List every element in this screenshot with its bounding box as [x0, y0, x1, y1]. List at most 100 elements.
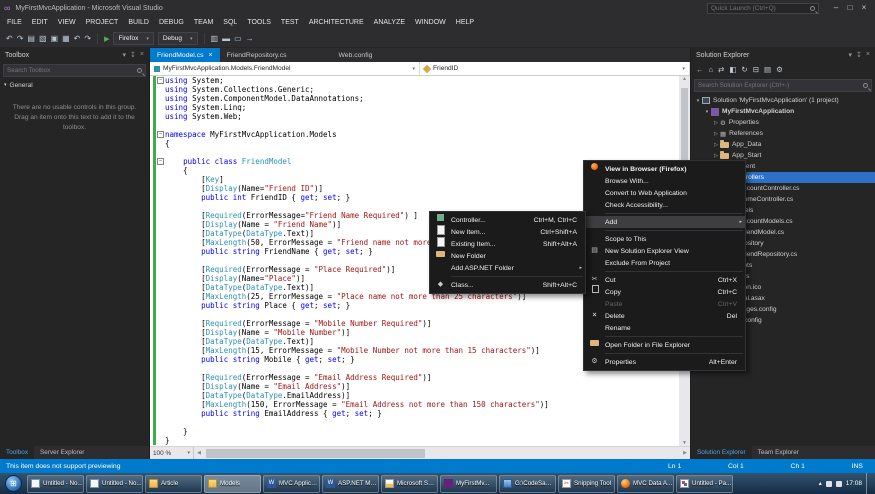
scroll-up-icon[interactable]: ▲ — [679, 76, 690, 82]
menu-item-add-asp-net-folder[interactable]: Add ASP.NET Folder▸ — [430, 262, 585, 274]
save-icon[interactable]: ▣ — [49, 30, 61, 48]
menu-project[interactable]: PROJECT — [81, 16, 124, 30]
menu-view[interactable]: VIEW — [53, 16, 81, 30]
pin-icon[interactable]: ↧ — [856, 51, 862, 59]
close-icon[interactable]: × — [866, 51, 870, 59]
back-icon[interactable]: ← — [696, 65, 704, 74]
pending-changes-filter-icon[interactable]: ◧ — [729, 65, 736, 74]
document-tab-friendrepository-cs[interactable]: FriendRepository.cs — [220, 48, 294, 62]
expand-icon[interactable]: ▷ — [712, 142, 720, 148]
tree-item-solution-myfirstmvcapplication-1-project[interactable]: ▾Solution 'MyFirstMvcApplication' (1 pro… — [691, 95, 875, 106]
toolbox-header[interactable]: Toolbox ▾↧× — [0, 48, 149, 62]
tree-item-app-data[interactable]: ▷App_Data — [691, 139, 875, 150]
menu-item-add[interactable]: Add▸ — [584, 216, 745, 228]
menu-debug[interactable]: DEBUG — [154, 16, 189, 30]
close-icon[interactable]: × — [857, 0, 871, 16]
document-tab-web-config[interactable]: Web.config — [332, 48, 380, 62]
dock-tab-solution-explorer[interactable]: Solution Explorer — [691, 446, 752, 459]
close-icon[interactable]: × — [140, 51, 144, 59]
taskbar-button-g-codesam[interactable]: G:\CodeSam... — [499, 475, 556, 493]
menu-architecture[interactable]: ARCHITECTURE — [304, 16, 369, 30]
menu-tools[interactable]: TOOLS — [242, 16, 276, 30]
new-file-icon[interactable]: ▤ — [25, 30, 37, 48]
home-icon[interactable]: ⌂ — [709, 65, 714, 74]
scroll-right-icon[interactable]: ▶ — [680, 450, 690, 456]
line-indent-icon[interactable]: → — [244, 30, 256, 48]
window-position-icon[interactable]: ▾ — [849, 51, 853, 59]
document-tab-friendmodel-cs[interactable]: FriendModel.cs× — [150, 48, 220, 62]
menu-test[interactable]: TEST — [276, 16, 304, 30]
collapse-toggle-icon[interactable]: – — [157, 158, 164, 165]
toolbox-group-general[interactable]: ▾ General — [0, 79, 149, 91]
undo-icon[interactable]: ↶ — [72, 30, 83, 48]
maximize-icon[interactable]: □ — [843, 0, 857, 16]
comment-icon[interactable]: ▬ — [220, 30, 232, 48]
menu-window[interactable]: WINDOW — [410, 16, 451, 30]
collapse-icon[interactable]: ▾ — [703, 109, 711, 115]
quick-launch-box[interactable] — [707, 3, 819, 14]
menu-item-existing-item[interactable]: Existing Item...Shift+Alt+A — [430, 238, 585, 250]
taskbar-button-models[interactable]: Models — [204, 475, 261, 493]
switch-views-icon[interactable]: ⇄ — [718, 65, 724, 74]
dock-tab-team-explorer[interactable]: Team Explorer — [752, 446, 805, 459]
find-in-files-icon[interactable]: ▥ — [209, 30, 221, 48]
properties-icon[interactable]: ⚙ — [776, 65, 783, 74]
taskbar-button-mvc-applica[interactable]: MVC Applica... — [263, 475, 320, 493]
start-debug-icon[interactable]: ▶ — [102, 35, 111, 43]
solution-configuration-dropdown[interactable]: Debug ▾ — [158, 32, 198, 45]
start-button[interactable]: ⊞ — [5, 475, 22, 492]
solution-explorer-header[interactable]: Solution Explorer ▾↧× — [691, 48, 875, 62]
menu-item-new-item[interactable]: New Item...Ctrl+Shift+A — [430, 226, 585, 238]
uncomment-icon[interactable]: ▭ — [232, 30, 244, 48]
collapse-icon[interactable]: ▾ — [694, 98, 702, 104]
taskbar-clock[interactable]: 17:08 — [846, 480, 862, 487]
title-bar[interactable]: ∞ MyFirstMvcApplication - Microsoft Visu… — [0, 0, 875, 16]
expand-icon[interactable]: ▷ — [712, 131, 720, 137]
quick-launch-input[interactable] — [711, 5, 803, 12]
menu-item-new-solution-explorer-view[interactable]: ▤New Solution Explorer View — [584, 245, 745, 257]
menu-item-class[interactable]: ◆Class...Shift+Alt+C — [430, 279, 585, 291]
menu-item-open-folder-in-file-explorer[interactable]: Open Folder in File Explorer — [584, 339, 745, 351]
scroll-down-icon[interactable]: ▼ — [679, 440, 690, 446]
dock-tab-toolbox[interactable]: Toolbox — [0, 446, 34, 459]
menu-item-exclude-from-project[interactable]: Exclude From Project — [584, 257, 745, 269]
taskbar-button-untitled-no[interactable]: Untitled - No... — [27, 475, 84, 493]
taskbar-button-untitled-no[interactable]: Untitled - No... — [86, 475, 143, 493]
menu-sql[interactable]: SQL — [218, 16, 242, 30]
menu-item-paste[interactable]: PasteCtrl+V — [584, 298, 745, 310]
horizontal-scrollbar[interactable] — [204, 447, 680, 460]
menu-item-delete[interactable]: ×DeleteDel — [584, 310, 745, 322]
taskbar-button-asp-net-mv[interactable]: ASP.NET MV... — [322, 475, 379, 493]
toolbox-search-box[interactable] — [3, 64, 146, 77]
window-position-icon[interactable]: ▾ — [123, 51, 127, 59]
menu-item-browse-with[interactable]: Browse With... — [584, 175, 745, 187]
member-dropdown[interactable]: FriendID ▾ — [420, 62, 690, 75]
menu-build[interactable]: BUILD — [123, 16, 154, 30]
type-dropdown[interactable]: MyFirstMvcApplication.Models.FriendModel… — [150, 62, 420, 75]
refresh-icon[interactable]: ↻ — [741, 65, 747, 74]
taskbar-button-untitled-pa[interactable]: Untitled - Pa... — [676, 475, 733, 493]
menu-item-rename[interactable]: Rename — [584, 322, 745, 334]
navigate-forward-icon[interactable]: ↷ — [15, 30, 26, 48]
collapse-toggle-icon[interactable]: – — [157, 77, 164, 84]
collapse-toggle-icon[interactable]: – — [157, 131, 164, 138]
solution-search-box[interactable] — [694, 79, 872, 92]
menu-analyze[interactable]: ANALYZE — [369, 16, 410, 30]
menu-item-controller[interactable]: Controller...Ctrl+M, Ctrl+C — [430, 214, 585, 226]
expand-icon[interactable]: ▷ — [712, 153, 720, 159]
minimize-icon[interactable]: – — [829, 0, 843, 16]
menu-file[interactable]: FILE — [2, 16, 27, 30]
menu-item-check-accessibility[interactable]: Check Accessibility... — [584, 199, 745, 211]
collapse-all-icon[interactable]: ⊟ — [753, 65, 759, 74]
redo-icon[interactable]: ↷ — [82, 30, 93, 48]
show-all-files-icon[interactable]: ▤ — [764, 65, 771, 74]
menu-team[interactable]: TEAM — [189, 16, 218, 30]
scroll-left-icon[interactable]: ◀ — [194, 450, 204, 456]
taskbar-button-mvc-data-a[interactable]: MVC Data A... — [617, 475, 674, 493]
taskbar-button-snipping-tool[interactable]: Snipping Tool — [558, 475, 615, 493]
menu-item-view-in-browser-firefox[interactable]: View in Browser (Firefox) — [584, 163, 745, 175]
menu-item-properties[interactable]: ⚙PropertiesAlt+Enter — [584, 356, 745, 368]
menu-item-cut[interactable]: ✂CutCtrl+X — [584, 274, 745, 286]
menu-item-convert-to-web-application[interactable]: Convert to Web Application — [584, 187, 745, 199]
browse-target-dropdown[interactable]: Firefox ▾ — [113, 32, 153, 45]
